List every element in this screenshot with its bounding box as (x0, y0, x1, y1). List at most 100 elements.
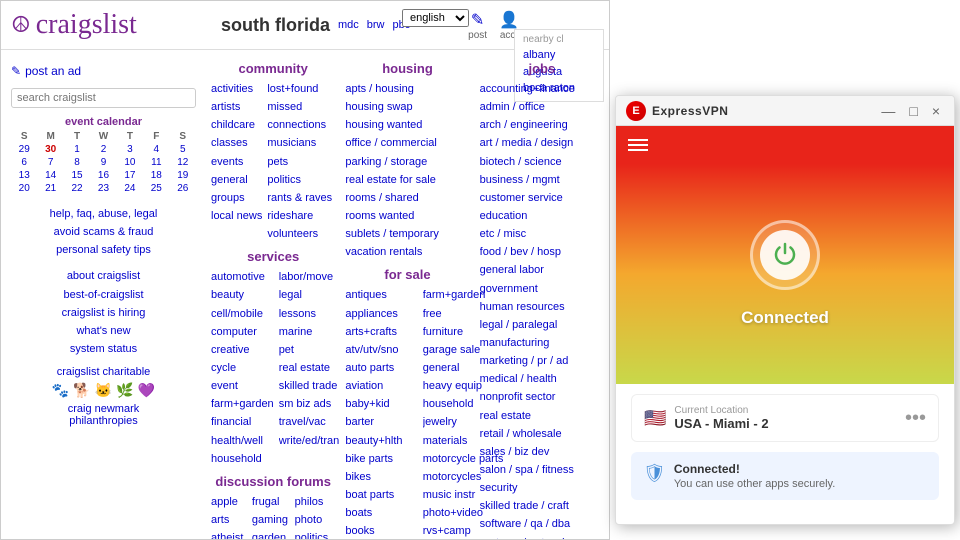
jobs-link[interactable]: food / bev / hosp (480, 243, 604, 261)
philanthropies-link[interactable]: philanthropies (69, 415, 138, 427)
community-link[interactable]: connections (267, 116, 332, 134)
community-link[interactable]: rants & raves (267, 189, 332, 207)
location-tab-mdc[interactable]: mdc (338, 19, 359, 31)
community-link[interactable]: politics (267, 171, 332, 189)
jobs-link[interactable]: education (480, 207, 604, 225)
forum-link[interactable]: photo (295, 511, 332, 529)
safety-tips-link[interactable]: personal safety tips (11, 241, 196, 259)
post-link[interactable]: ✎ post (468, 10, 487, 41)
community-link[interactable]: local news (211, 207, 262, 225)
jobs-link[interactable]: arch / engineering (480, 116, 604, 134)
jobs-link[interactable]: security (480, 479, 604, 497)
search-input[interactable] (11, 88, 196, 108)
minimize-button[interactable]: — (877, 103, 899, 119)
forsale-link[interactable]: boat parts (345, 486, 418, 504)
services-link[interactable]: creative (211, 341, 274, 359)
jobs-link[interactable]: medical / health (480, 370, 604, 388)
forum-link[interactable]: gaming (252, 511, 292, 529)
forsale-link[interactable]: bike parts (345, 450, 418, 468)
services-link[interactable]: real estate (279, 359, 340, 377)
services-link[interactable]: cell/mobile (211, 305, 274, 323)
jobs-link[interactable]: etc / misc (480, 225, 604, 243)
vpn-more-options-button[interactable]: ••• (905, 407, 926, 430)
close-button[interactable]: × (928, 103, 944, 119)
services-link[interactable]: legal (279, 286, 340, 304)
housing-link[interactable]: rooms / shared (345, 189, 469, 207)
jobs-link[interactable]: manufacturing (480, 334, 604, 352)
services-link[interactable]: write/ed/tran (279, 432, 340, 450)
craig-link[interactable]: craig newmark (68, 403, 140, 415)
jobs-link[interactable]: admin / office (480, 98, 604, 116)
jobs-link[interactable]: salon / spa / fitness (480, 461, 604, 479)
forsale-link[interactable]: beauty+hlth (345, 432, 418, 450)
housing-link[interactable]: housing wanted (345, 116, 469, 134)
forsale-link[interactable]: baby+kid (345, 395, 418, 413)
hiring-link[interactable]: craigslist is hiring (11, 304, 196, 322)
jobs-link[interactable]: retail / wholesale (480, 425, 604, 443)
jobs-link[interactable]: marketing / pr / ad (480, 352, 604, 370)
forsale-link[interactable]: books (345, 522, 418, 539)
maximize-button[interactable]: □ (905, 103, 921, 119)
services-link[interactable]: health/well (211, 432, 274, 450)
housing-link[interactable]: office / commercial (345, 134, 469, 152)
location-name[interactable]: south florida (221, 15, 330, 36)
forum-link[interactable]: arts (211, 511, 249, 529)
jobs-link[interactable]: human resources (480, 298, 604, 316)
housing-link[interactable]: parking / storage (345, 153, 469, 171)
forum-link[interactable]: apple (211, 493, 249, 511)
services-link[interactable]: computer (211, 323, 274, 341)
services-link[interactable]: pet (279, 341, 340, 359)
jobs-link[interactable]: art / media / design (480, 134, 604, 152)
jobs-link[interactable]: legal / paralegal (480, 316, 604, 334)
forsale-link[interactable]: antiques (345, 286, 418, 304)
forum-link[interactable]: philos (295, 493, 332, 511)
system-status-link[interactable]: system status (11, 340, 196, 358)
community-link[interactable]: artists (211, 98, 262, 116)
community-link[interactable]: rideshare (267, 207, 332, 225)
jobs-link[interactable]: real estate (480, 407, 604, 425)
services-link[interactable]: automotive (211, 268, 274, 286)
housing-link[interactable]: housing swap (345, 98, 469, 116)
jobs-link[interactable]: software / qa / dba (480, 515, 604, 533)
help-link[interactable]: help, faq, abuse, legal (11, 205, 196, 223)
community-link[interactable]: general (211, 171, 262, 189)
services-link[interactable]: beauty (211, 286, 274, 304)
services-link[interactable]: household (211, 450, 274, 468)
services-link[interactable]: travel/vac (279, 413, 340, 431)
vpn-power-button[interactable] (750, 220, 820, 290)
housing-link[interactable]: real estate for sale (345, 171, 469, 189)
housing-link[interactable]: rooms wanted (345, 207, 469, 225)
services-link[interactable]: event (211, 377, 274, 395)
forsale-link[interactable]: aviation (345, 377, 418, 395)
community-link[interactable]: events (211, 153, 262, 171)
forum-link[interactable]: garden (252, 529, 292, 539)
forsale-link[interactable]: barter (345, 413, 418, 431)
jobs-link[interactable]: nonprofit sector (480, 388, 604, 406)
location-tab-brw[interactable]: brw (367, 19, 385, 31)
housing-link[interactable]: apts / housing (345, 80, 469, 98)
services-link[interactable]: skilled trade (279, 377, 340, 395)
jobs-link[interactable]: government (480, 280, 604, 298)
housing-link[interactable]: vacation rentals (345, 243, 469, 261)
hamburger-menu-button[interactable] (628, 139, 648, 151)
services-link[interactable]: sm biz ads (279, 395, 340, 413)
forsale-link[interactable]: bikes (345, 468, 418, 486)
language-select[interactable]: english español français (402, 9, 469, 27)
best-of-link[interactable]: best-of-craigslist (11, 286, 196, 304)
about-link[interactable]: about craigslist (11, 267, 196, 285)
services-link[interactable]: farm+garden (211, 395, 274, 413)
community-link[interactable]: groups (211, 189, 262, 207)
forsale-link[interactable]: auto parts (345, 359, 418, 377)
jobs-link[interactable]: skilled trade / craft (480, 497, 604, 515)
community-link[interactable]: activities (211, 80, 262, 98)
jobs-link[interactable]: general labor (480, 261, 604, 279)
housing-link[interactable]: sublets / temporary (345, 225, 469, 243)
jobs-link[interactable]: biotech / science (480, 153, 604, 171)
forsale-link[interactable]: appliances (345, 305, 418, 323)
vpn-location-row[interactable]: 🇺🇸 Current Location USA - Miami - 2 ••• (631, 394, 939, 442)
community-link[interactable]: missed (267, 98, 332, 116)
community-link[interactable]: pets (267, 153, 332, 171)
community-link[interactable]: lost+found (267, 80, 332, 98)
forsale-link[interactable]: boats (345, 504, 418, 522)
forsale-link[interactable]: atv/utv/sno (345, 341, 418, 359)
